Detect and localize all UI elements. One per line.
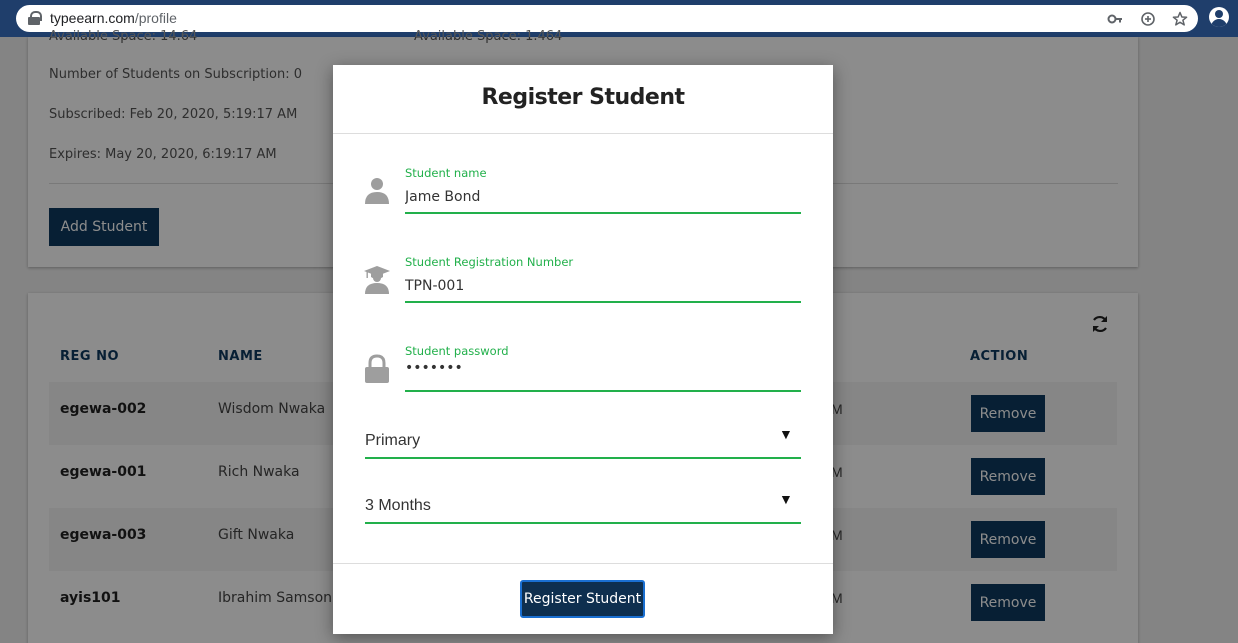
level-selected-value: Primary [365, 432, 421, 449]
modal-header-divider [333, 133, 833, 134]
duration-select[interactable]: 3 Months ▼ [365, 489, 801, 525]
graduate-icon [363, 265, 391, 295]
student-name-input[interactable] [405, 185, 801, 209]
registration-number-label: Student Registration Number [405, 255, 574, 269]
register-student-button[interactable]: Register Student [520, 580, 645, 618]
profile-icon[interactable] [1209, 7, 1229, 27]
key-icon[interactable] [1107, 11, 1123, 27]
level-select[interactable]: Primary ▼ [365, 424, 801, 460]
lock-icon[interactable] [28, 11, 42, 25]
student-password-label: Student password [405, 344, 509, 358]
chevron-down-icon: ▼ [779, 426, 793, 442]
duration-selected-value: 3 Months [365, 497, 431, 514]
address-bar[interactable]: typeearn.com/profile [16, 5, 1198, 32]
url-path: /profile [134, 10, 177, 26]
url-host: typeearn.com [50, 10, 135, 26]
registration-number-underline [405, 301, 801, 303]
level-underline [365, 457, 801, 459]
modal-footer-divider [333, 563, 833, 564]
student-password-input[interactable]: ••••••• [405, 360, 801, 384]
padlock-icon [363, 354, 391, 384]
person-icon [363, 176, 391, 206]
zoom-icon[interactable] [1140, 11, 1156, 27]
registration-number-input[interactable] [405, 274, 801, 298]
register-student-modal: Register Student Student name Student Re… [333, 65, 833, 634]
modal-title: Register Student [481, 85, 685, 110]
student-name-underline [405, 212, 801, 214]
student-name-label: Student name [405, 166, 487, 180]
star-icon[interactable] [1172, 11, 1188, 27]
duration-underline [365, 522, 801, 524]
url-text[interactable]: typeearn.com/profile [50, 10, 177, 26]
student-password-underline [405, 390, 801, 392]
chevron-down-icon: ▼ [779, 491, 793, 507]
